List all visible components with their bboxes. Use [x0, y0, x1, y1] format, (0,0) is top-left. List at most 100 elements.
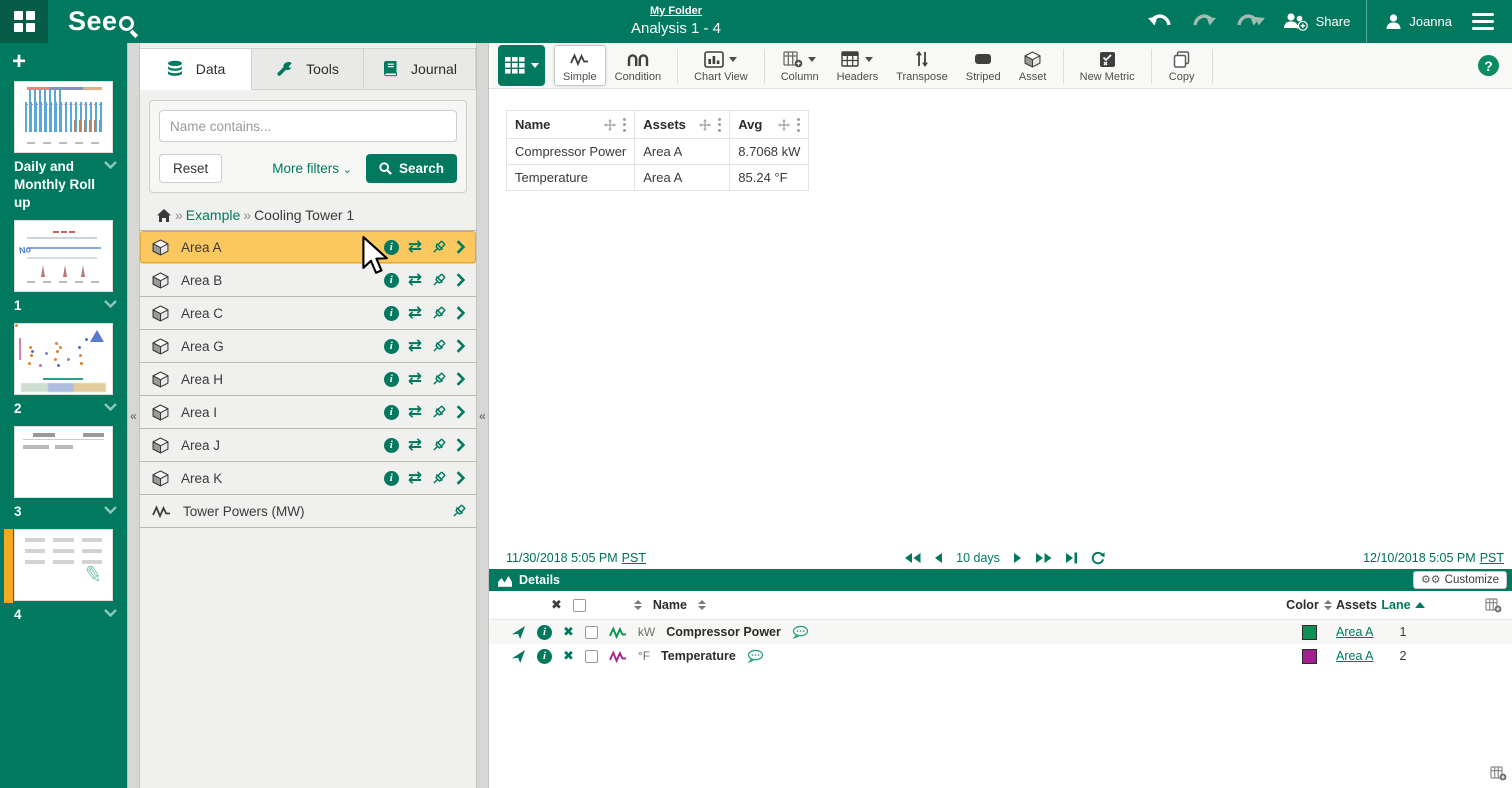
hamburger-menu-icon[interactable]	[1472, 13, 1494, 31]
signal-name[interactable]: Compressor Power	[666, 625, 781, 639]
step-forward-icon[interactable]	[1013, 552, 1022, 564]
redo-icon[interactable]	[1191, 12, 1217, 32]
swap-asset-icon[interactable]: ⇄	[408, 339, 422, 353]
pin-icon[interactable]	[431, 273, 446, 288]
select-all-checkbox[interactable]	[573, 599, 586, 612]
asset-row-area-g[interactable]: Area G i ⇄	[140, 330, 476, 363]
sort-icon[interactable]	[1324, 600, 1332, 610]
chevron-down-icon[interactable]	[104, 403, 117, 411]
range-start[interactable]: 11/30/2018 5:05 PMPST	[506, 551, 646, 565]
asset-row-area-c[interactable]: Area C i ⇄	[140, 297, 476, 330]
tab-data[interactable]: Data	[140, 48, 252, 90]
column-header-name[interactable]: Name	[507, 111, 635, 139]
toolbar-column-button[interactable]: Column	[772, 45, 828, 86]
swap-asset-icon[interactable]: ⇄	[408, 372, 422, 386]
signal-name[interactable]: Temperature	[661, 649, 736, 663]
move-column-icon[interactable]	[778, 119, 790, 131]
end-timezone-link[interactable]: PST	[1480, 551, 1504, 565]
chevron-right-icon[interactable]	[455, 438, 466, 452]
chevron-right-icon[interactable]	[455, 471, 466, 485]
details-column-assets[interactable]: Assets	[1336, 598, 1380, 612]
row-checkbox[interactable]	[585, 626, 598, 639]
worksheet-thumbnail-5[interactable]: ✎	[14, 529, 113, 601]
worksheet-thumbnail-3[interactable]	[14, 323, 113, 395]
move-column-icon[interactable]	[604, 119, 616, 131]
swap-asset-icon[interactable]: ⇄	[408, 306, 422, 320]
redo-all-icon[interactable]	[1235, 12, 1265, 32]
chevron-right-icon[interactable]	[455, 372, 466, 386]
chevron-down-icon[interactable]	[104, 300, 117, 308]
toolbar-copy-button[interactable]: Copy	[1159, 45, 1205, 86]
customize-button[interactable]: ⚙⚙ Customize	[1413, 571, 1507, 589]
row-checkbox[interactable]	[585, 650, 598, 663]
user-menu[interactable]: Joanna	[1385, 13, 1452, 30]
step-to-end-icon[interactable]	[1065, 552, 1078, 564]
reset-button[interactable]: Reset	[159, 154, 222, 183]
add-worksheet-button[interactable]: +	[12, 51, 32, 73]
chevron-right-icon[interactable]	[455, 240, 466, 254]
comment-bubble-icon[interactable]	[792, 625, 809, 639]
asset-link[interactable]: Area A	[1336, 625, 1374, 639]
pin-icon[interactable]	[431, 306, 446, 321]
step-back-fast-icon[interactable]	[904, 552, 921, 564]
swap-asset-icon[interactable]: ⇄	[408, 240, 422, 254]
sort-icon[interactable]	[634, 600, 642, 610]
info-icon[interactable]: i	[537, 625, 552, 640]
apps-grid-button[interactable]	[0, 0, 48, 43]
view-selector-button[interactable]	[498, 45, 545, 86]
toolbar-new-metric-button[interactable]: New Metric	[1071, 45, 1144, 86]
toolbar-chart-view-button[interactable]: Chart View	[685, 45, 757, 86]
send-to-view-icon[interactable]	[511, 649, 526, 664]
more-filters-link[interactable]: More filters ⌄	[272, 161, 352, 176]
collapse-sidebar-handle[interactable]: «	[127, 43, 140, 788]
swap-asset-icon[interactable]: ⇄	[408, 438, 422, 452]
search-button[interactable]: Search	[366, 154, 457, 183]
share-button[interactable]: Share	[1282, 12, 1351, 31]
worksheet-label-5[interactable]: 4	[0, 601, 127, 632]
step-back-icon[interactable]	[934, 552, 943, 564]
pin-icon[interactable]	[451, 504, 466, 519]
chevron-right-icon[interactable]	[455, 273, 466, 287]
collapse-data-panel-handle[interactable]: «	[476, 43, 489, 788]
toolbar-headers-button[interactable]: Headers	[828, 45, 888, 86]
swap-asset-icon[interactable]: ⇄	[408, 471, 422, 485]
column-menu-icon[interactable]	[623, 118, 626, 132]
help-button[interactable]: ?	[1478, 55, 1499, 76]
start-timezone-link[interactable]: PST	[622, 551, 646, 565]
asset-row-area-a[interactable]: Area A i ⇄	[140, 231, 476, 264]
chevron-down-icon[interactable]	[104, 609, 117, 617]
chevron-right-icon[interactable]	[455, 306, 466, 320]
move-column-icon[interactable]	[699, 119, 711, 131]
color-swatch[interactable]	[1302, 625, 1317, 640]
toolbar-striped-button[interactable]: Striped	[957, 45, 1010, 86]
info-icon[interactable]: i	[384, 405, 399, 420]
info-icon[interactable]: i	[537, 649, 552, 664]
undo-icon[interactable]	[1147, 12, 1173, 32]
pin-icon[interactable]	[431, 372, 446, 387]
info-icon[interactable]: i	[384, 306, 399, 321]
pin-icon[interactable]	[431, 438, 446, 453]
search-input[interactable]	[159, 110, 457, 142]
swap-asset-icon[interactable]: ⇄	[408, 273, 422, 287]
worksheet-thumbnail-4[interactable]	[14, 426, 113, 498]
sort-icon[interactable]	[698, 600, 706, 610]
toolbar-simple-button[interactable]: Simple	[554, 45, 606, 86]
info-icon[interactable]: i	[384, 273, 399, 288]
details-column-name[interactable]: Name	[653, 598, 687, 612]
toolbar-condition-button[interactable]: Condition	[606, 45, 670, 86]
column-header-assets[interactable]: Assets	[635, 111, 730, 139]
worksheet-label-1[interactable]: Daily and Monthly Roll up	[0, 153, 127, 220]
asset-row-area-j[interactable]: Area J i ⇄	[140, 429, 476, 462]
column-menu-icon[interactable]	[797, 118, 800, 132]
comment-bubble-icon[interactable]	[747, 649, 764, 663]
signal-row-tower-powers[interactable]: Tower Powers (MW)	[140, 495, 476, 528]
info-icon[interactable]: i	[384, 471, 399, 486]
worksheet-thumbnail-1[interactable]	[14, 81, 113, 153]
home-icon[interactable]	[156, 208, 172, 223]
worksheet-label-3[interactable]: 2	[0, 395, 127, 426]
column-header-avg[interactable]: Avg	[730, 111, 809, 139]
pin-icon[interactable]	[431, 405, 446, 420]
chevron-right-icon[interactable]	[455, 339, 466, 353]
worksheet-thumbnail-2[interactable]: No	[14, 220, 113, 292]
toolbar-transpose-button[interactable]: Transpose	[887, 45, 957, 86]
